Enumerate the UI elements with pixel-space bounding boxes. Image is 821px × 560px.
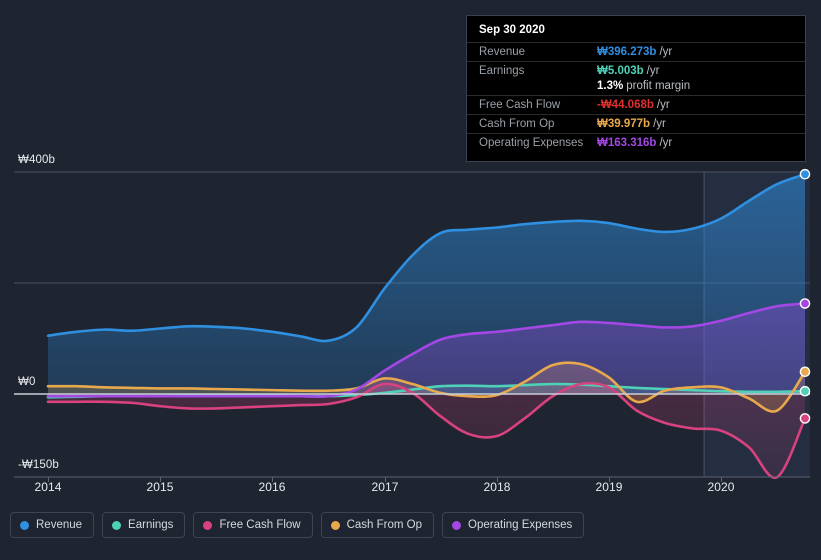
data-tooltip: Sep 30 2020 Revenue ₩396.273b/yr Earnings ₩…	[466, 15, 806, 162]
legend-color-dot-icon	[112, 520, 122, 530]
tooltip-row-value-wrap: -₩44.068b/yr	[597, 99, 670, 111]
tooltip-row-value: -₩44.068b	[597, 99, 654, 111]
tooltip-row-revenue: Revenue ₩396.273b/yr	[467, 42, 805, 61]
tooltip-row-value: ₩39.977b	[597, 118, 651, 130]
legend-item-earnings[interactable]: Earnings	[102, 512, 186, 538]
tooltip-row-unit: /yr	[659, 46, 673, 58]
tooltip-row-unit: /yr	[646, 65, 660, 77]
tooltip-rows: Revenue ₩396.273b/yr Earnings ₩5.003b/yr 1.3…	[467, 42, 805, 152]
legend-item-label: Earnings	[128, 519, 174, 531]
tooltip-margin-label: profit margin	[626, 80, 691, 92]
tooltip-row-value-wrap: ₩5.003b/yr	[597, 65, 659, 77]
tooltip-row-label: Free Cash Flow	[479, 99, 561, 111]
tooltip-row-value: ₩5.003b	[597, 65, 644, 77]
x-axis-tickmark	[272, 477, 273, 482]
tooltip-profit-margin-row: 1.3% profit margin	[467, 80, 805, 95]
tooltip-row-unit: /yr	[656, 99, 670, 111]
tooltip-row-label: Operating Expenses	[479, 137, 584, 149]
x-axis-tickmark	[385, 477, 386, 482]
x-axis-tickmark	[609, 477, 610, 482]
tooltip-row-value: ₩396.273b	[597, 46, 657, 58]
tooltip-row-label: Revenue	[479, 46, 526, 58]
tooltip-row-free-cash-flow: Free Cash Flow -₩44.068b/yr	[467, 95, 805, 114]
x-axis-tickmark	[497, 477, 498, 482]
legend-color-dot-icon	[20, 520, 29, 530]
legend-item-label: Operating Expenses	[468, 519, 573, 531]
legend-item-label: Cash From Op	[346, 519, 423, 531]
tooltip-row-label: Cash From Op	[479, 118, 555, 130]
tooltip-row-value-wrap: ₩39.977b/yr	[597, 118, 666, 130]
legend-color-dot-icon	[330, 520, 340, 530]
x-axis-tickmark	[160, 477, 161, 482]
tooltip-row-unit: /yr	[653, 118, 666, 130]
tooltip-row-value-wrap: ₩396.273b/yr	[597, 46, 672, 58]
tooltip-margin-value: 1.3%	[597, 80, 624, 92]
tooltip-row-label: Earnings	[479, 65, 525, 77]
tooltip-row-unit: /yr	[659, 137, 673, 149]
tooltip-margin-value-wrap: 1.3% profit margin	[597, 80, 690, 92]
tooltip-row-cash-from-op: Cash From Op ₩39.977b/yr	[467, 114, 805, 133]
chart-screen: ₩400b ₩0 -₩150b 2014 2015 2016 2017 2018 2019 20…	[0, 0, 821, 560]
chart-legend[interactable]: Revenue Earnings Free Cash Flow Cash From O…	[10, 512, 585, 538]
tooltip-row-value: ₩163.316b	[597, 137, 657, 149]
legend-item-revenue[interactable]: Revenue	[10, 512, 95, 538]
legend-color-dot-icon	[203, 520, 213, 530]
legend-item-label: Free Cash Flow	[219, 519, 301, 531]
tooltip-row-operating-expenses: Operating Expenses ₩163.316b/yr	[467, 133, 805, 152]
x-axis-tickmark	[48, 477, 49, 482]
tooltip-row-value-wrap: ₩163.316b/yr	[597, 137, 672, 149]
x-axis-tickmark	[721, 477, 722, 482]
legend-item-free-cash-flow[interactable]: Free Cash Flow	[193, 512, 313, 538]
legend-color-dot-icon	[452, 520, 462, 530]
legend-item-cash-from-op[interactable]: Cash From Op	[320, 512, 435, 538]
tooltip-date: Sep 30 2020	[479, 24, 545, 36]
tooltip-row-earnings: Earnings ₩5.003b/yr	[467, 61, 805, 80]
legend-item-operating-expenses[interactable]: Operating Expenses	[442, 512, 585, 538]
legend-item-label: Revenue	[36, 519, 83, 531]
